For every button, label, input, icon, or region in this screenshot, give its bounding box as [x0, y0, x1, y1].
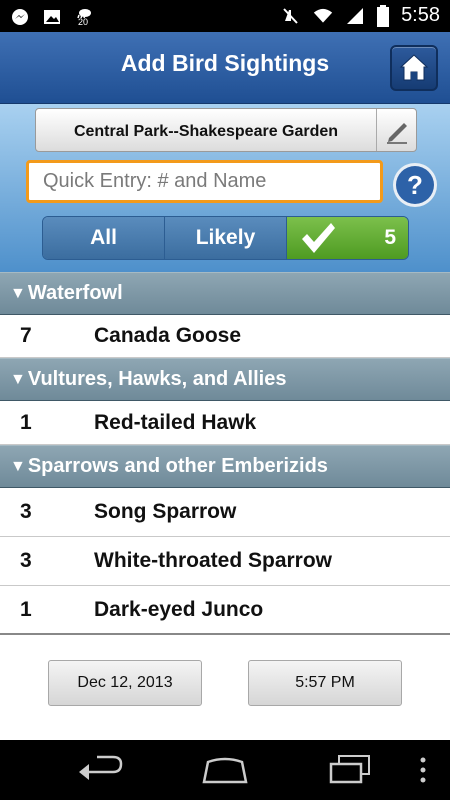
category-label: Vultures, Hawks, and Allies [27, 368, 287, 390]
filter-all-tab[interactable]: All [43, 217, 165, 259]
weather-temp: 20 [78, 17, 89, 27]
time-label: 5:57 PM [295, 674, 355, 691]
status-clock: 5:58 [401, 4, 440, 26]
signal-icon [347, 7, 364, 24]
wifi-icon [313, 8, 333, 23]
category-label: Waterfowl [27, 282, 123, 304]
filter-likely-label: Likely [195, 226, 256, 249]
help-button[interactable]: ? [391, 161, 439, 214]
collapse-triangle-icon: ▼ [10, 370, 26, 388]
home-nav-icon[interactable] [200, 756, 250, 784]
date-button[interactable]: Dec 12, 2013 [48, 660, 202, 706]
time-button[interactable]: 5:57 PM [248, 660, 402, 706]
location-label: Central Park--Shakespeare Garden [73, 123, 339, 140]
overflow-menu-icon[interactable] [418, 756, 428, 784]
category-header-raptors[interactable]: ▼ Vultures, Hawks, and Allies [0, 358, 450, 401]
messenger-icon [12, 9, 28, 25]
status-bar: 20 5:58 [0, 0, 450, 32]
location-button[interactable]: Central Park--Shakespeare Garden [35, 108, 417, 152]
system-nav-bar [0, 740, 450, 800]
species-name: Song Sparrow [94, 500, 237, 523]
controls-panel: Central Park--Shakespeare Garden All Lik… [0, 104, 450, 272]
page-title: Add Bird Sightings [120, 50, 330, 76]
list-item[interactable]: 1 Dark-eyed Junco [0, 586, 450, 635]
home-icon [399, 54, 429, 81]
date-label: Dec 12, 2013 [77, 674, 173, 691]
collapse-triangle-icon: ▼ [10, 457, 26, 475]
pencil-icon [387, 123, 407, 144]
filter-all-label: All [90, 226, 117, 249]
category-header-sparrows[interactable]: ▼ Sparrows and other Emberizids [0, 445, 450, 488]
filter-segmented-control: All Likely 5 [42, 216, 409, 260]
gallery-icon [44, 10, 60, 24]
checked-count: 5 [384, 226, 396, 249]
list-item[interactable]: 3 Song Sparrow [0, 488, 450, 537]
recent-apps-icon[interactable] [327, 754, 373, 786]
collapse-triangle-icon: ▼ [10, 284, 26, 302]
species-name: Red-tailed Hawk [94, 410, 257, 434]
mute-icon [283, 7, 298, 24]
app-header: Add Bird Sightings [0, 32, 450, 104]
species-name: Dark-eyed Junco [94, 597, 264, 621]
category-header-waterfowl[interactable]: ▼ Waterfowl [0, 272, 450, 315]
sighting-count: 1 [20, 597, 32, 621]
category-label: Sparrows and other Emberizids [27, 455, 328, 477]
edit-location-button[interactable] [376, 109, 416, 151]
back-icon[interactable] [75, 754, 125, 786]
sighting-count: 7 [20, 324, 32, 347]
home-button[interactable] [390, 45, 438, 91]
filter-checked-tab[interactable]: 5 [287, 217, 408, 259]
svg-text:?: ? [407, 170, 423, 200]
filter-likely-tab[interactable]: Likely [165, 217, 287, 259]
help-icon: ? [393, 163, 437, 207]
list-item[interactable]: 1 Red-tailed Hawk [0, 401, 450, 445]
species-name: White-throated Sparrow [94, 549, 333, 572]
battery-icon [377, 4, 390, 27]
checkmark-icon [302, 223, 335, 253]
list-item[interactable]: 7 Canada Goose [0, 315, 450, 358]
sighting-count: 3 [20, 500, 32, 523]
list-item[interactable]: 3 White-throated Sparrow [0, 537, 450, 586]
sighting-count: 3 [20, 549, 32, 572]
quick-entry-input[interactable] [26, 160, 383, 203]
species-name: Canada Goose [94, 324, 242, 347]
weather-indicator: 20 [74, 6, 96, 28]
sightings-list: ▼ Waterfowl 7 Canada Goose ▼ Vultures, H… [0, 272, 450, 635]
sighting-count: 1 [20, 410, 32, 434]
